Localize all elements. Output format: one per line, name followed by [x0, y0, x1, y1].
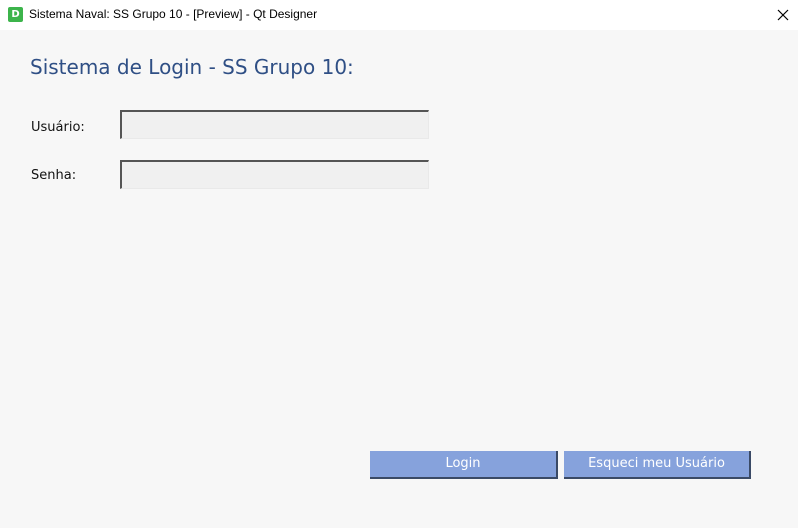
close-icon	[777, 9, 789, 21]
username-input[interactable]	[120, 110, 429, 139]
password-label: Senha:	[31, 168, 77, 183]
title-bar: D Sistema Naval: SS Grupo 10 - [Preview]…	[0, 0, 798, 30]
login-heading: Sistema de Login - SS Grupo 10:	[30, 55, 354, 79]
username-label: Usuário:	[31, 120, 85, 135]
login-button[interactable]: Login	[370, 451, 558, 479]
app-window: D Sistema Naval: SS Grupo 10 - [Preview]…	[0, 0, 798, 528]
close-button[interactable]	[768, 0, 798, 30]
forgot-username-button[interactable]: Esqueci meu Usuário	[564, 451, 751, 479]
designer-app-icon: D	[8, 7, 23, 22]
password-input[interactable]	[120, 160, 429, 189]
window-title: Sistema Naval: SS Grupo 10 - [Preview] -…	[29, 7, 318, 21]
